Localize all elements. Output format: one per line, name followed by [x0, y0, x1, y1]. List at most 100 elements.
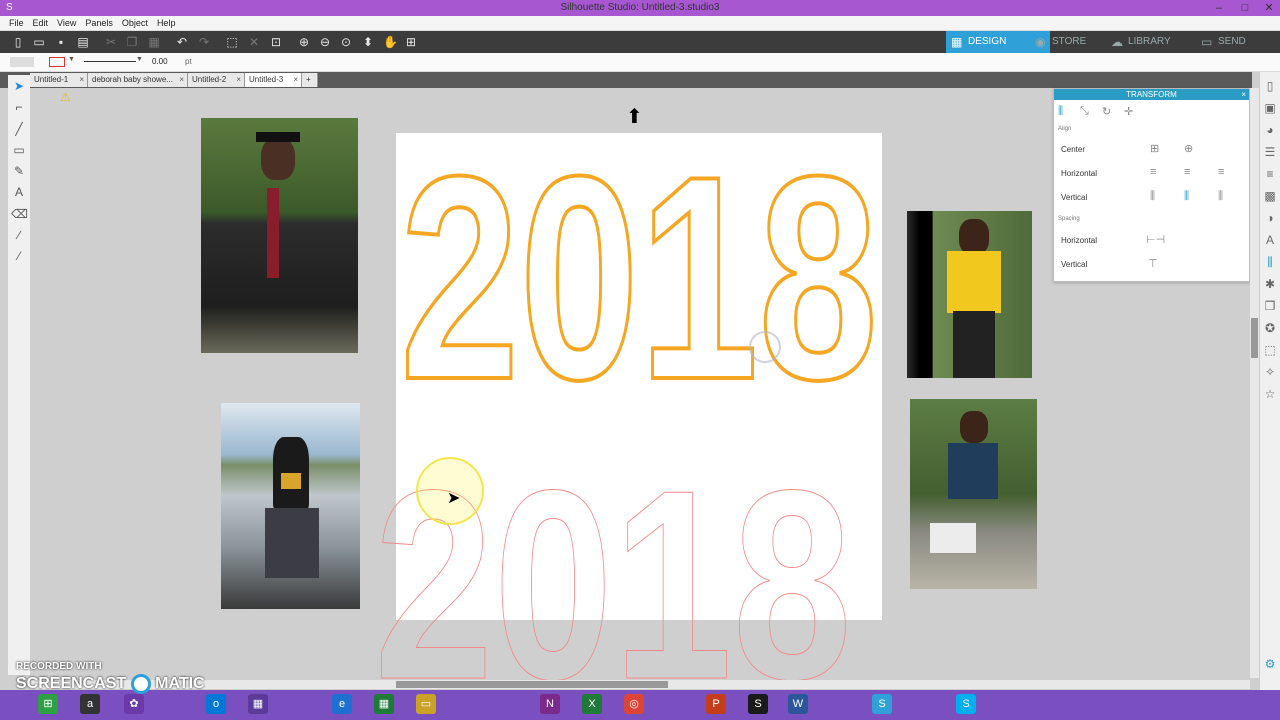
spreadsheet-icon[interactable]: ▦ [374, 694, 394, 714]
deselect-icon[interactable]: ✕ [247, 35, 261, 49]
menu-object[interactable]: Object [122, 16, 148, 30]
main-2018-outline[interactable]: 2018 [396, 150, 886, 390]
align-top-icon[interactable]: ⫼ [1150, 190, 1155, 203]
jacket-photo[interactable] [221, 403, 360, 609]
copy-icon[interactable]: ❐ [125, 35, 139, 49]
save-icon[interactable]: ▪ [54, 35, 68, 49]
space-horizontal-icon[interactable]: ⊢⊣ [1146, 233, 1165, 246]
outlook-icon[interactable]: o [206, 694, 226, 714]
chrome-icon[interactable]: ◎ [624, 694, 644, 714]
paste-icon[interactable]: ▦ [147, 35, 161, 49]
settings-gear-icon[interactable]: ⚙ [1262, 656, 1278, 672]
menu-help[interactable]: Help [157, 16, 176, 30]
move-icon[interactable]: ⬍ [361, 35, 375, 49]
chevron-down-icon[interactable]: ▼ [68, 56, 75, 63]
menu-edit[interactable]: Edit [33, 16, 49, 30]
point-edit-icon[interactable]: ⌐ [11, 99, 27, 115]
excel-icon[interactable]: X [582, 694, 602, 714]
knife-icon[interactable]: ∕ [11, 227, 27, 243]
new-document-icon[interactable]: ▯ [11, 35, 25, 49]
edit-points-icon[interactable]: ⊡ [269, 35, 283, 49]
graduate-photo[interactable] [201, 118, 358, 353]
center-align-icon[interactable]: ⊞ [1150, 142, 1159, 155]
horizontal-scroll-thumb[interactable] [396, 681, 668, 688]
horizontal-scrollbar[interactable] [30, 680, 1250, 689]
rotate-tab-icon[interactable]: ↻ [1102, 105, 1111, 118]
knife-panel-icon[interactable]: ⬚ [1262, 342, 1278, 358]
onenote-icon[interactable]: N [540, 694, 560, 714]
rhinestone-icon[interactable]: ✧ [1262, 364, 1278, 380]
fill-swatch[interactable] [10, 57, 34, 67]
new-tab-button[interactable]: + [302, 73, 318, 87]
eraser-icon[interactable]: ⌫ [11, 206, 28, 222]
internet-explorer-icon[interactable]: e [332, 694, 352, 714]
zoom-box-icon[interactable]: ⊙ [339, 35, 353, 49]
start-button-icon[interactable]: ⊞ [38, 694, 58, 714]
line-style-icon[interactable]: ≡ [1262, 166, 1278, 182]
powerpoint-icon[interactable]: P [706, 694, 726, 714]
bench-photo[interactable] [910, 399, 1037, 589]
doc-tab-deborah[interactable]: deborah baby showe... × [88, 73, 188, 87]
eyedropper-icon[interactable]: ⁄ [11, 248, 27, 264]
line-width-input[interactable]: 0.00 [152, 57, 168, 66]
align-center-icon[interactable]: ≡ [1184, 166, 1190, 178]
close-panel-icon[interactable]: × [1241, 89, 1246, 100]
align-tab-icon[interactable]: ⫼ [1058, 105, 1063, 118]
star-tool-icon[interactable]: ✪ [1262, 320, 1278, 336]
close-tab-icon[interactable]: × [236, 73, 241, 87]
close-tab-icon[interactable]: × [179, 73, 184, 87]
minimize-button[interactable]: – [1206, 0, 1232, 16]
warning-icon[interactable]: ⚠ [60, 90, 71, 104]
replicate-icon[interactable]: ❐ [1262, 298, 1278, 314]
move-tab-icon[interactable]: ✛ [1124, 105, 1133, 118]
pencil-icon[interactable]: ✎ [11, 163, 27, 179]
zoom-in-icon[interactable]: ⊕ [297, 35, 311, 49]
pan-hand-icon[interactable]: ✋ [383, 35, 398, 49]
silhouette-studio-icon[interactable]: S [872, 694, 892, 714]
align-bottom-icon[interactable]: ⫼ [1218, 190, 1223, 203]
skype-icon[interactable]: S [956, 694, 976, 714]
undo-icon[interactable]: ↶ [175, 35, 189, 49]
text-tool-icon[interactable]: A [11, 184, 27, 200]
fill-color-icon[interactable]: ◕ [1262, 122, 1278, 138]
line-color-icon[interactable]: ☰ [1262, 144, 1278, 160]
doc-tab-untitled-3[interactable]: Untitled-3 × [245, 73, 302, 87]
tab-send[interactable]: ▭ SEND [1196, 31, 1280, 53]
print-icon[interactable]: ▤ [76, 35, 90, 49]
pixscan-icon[interactable]: ▣ [1262, 100, 1278, 116]
calculator-icon[interactable]: ▦ [248, 694, 268, 714]
paint-icon[interactable]: ✿ [124, 694, 144, 714]
yellow-shirt-photo[interactable] [907, 211, 1032, 378]
amazon-icon[interactable]: a [80, 694, 100, 714]
space-vertical-icon[interactable]: ⊤ [1148, 257, 1158, 270]
open-folder-icon[interactable]: ▭ [32, 35, 46, 49]
word-icon[interactable]: W [788, 694, 808, 714]
menu-view[interactable]: View [57, 16, 76, 30]
vertical-scrollbar[interactable] [1250, 88, 1259, 678]
close-tab-icon[interactable]: × [79, 73, 84, 87]
transform-icon[interactable]: ⫼ [1262, 254, 1278, 270]
text-style-icon[interactable]: A [1262, 232, 1278, 248]
center-page-icon[interactable]: ⊕ [1184, 142, 1193, 155]
menu-file[interactable]: File [9, 16, 24, 30]
doc-tab-untitled-2[interactable]: Untitled-2 × [188, 73, 245, 87]
close-tab-icon[interactable]: × [293, 73, 298, 87]
select-arrow-icon[interactable]: ➤ [11, 78, 27, 94]
align-right-icon[interactable]: ≡ [1218, 166, 1224, 178]
align-middle-icon[interactable]: ⫼ [1184, 190, 1189, 203]
redo-icon[interactable]: ↷ [197, 35, 211, 49]
offset-icon[interactable]: ◑ [1262, 210, 1278, 226]
trace-icon[interactable]: ▩ [1262, 188, 1278, 204]
silhouette-icon[interactable]: S [748, 694, 768, 714]
vertical-scroll-thumb[interactable] [1251, 318, 1258, 358]
menu-panels[interactable]: Panels [85, 16, 113, 30]
line-color-swatch[interactable] [49, 57, 65, 67]
line-style-chevron-icon[interactable]: ▼ [136, 56, 143, 63]
select-all-icon[interactable]: ⬚ [225, 35, 239, 49]
doc-tab-untitled-1[interactable]: Untitled-1 × [30, 73, 88, 87]
line-tool-icon[interactable]: ╱ [11, 121, 27, 137]
scale-tab-icon[interactable]: ⤡ [1080, 105, 1089, 118]
page-setup-icon[interactable]: ▯ [1262, 78, 1278, 94]
rectangle-tool-icon[interactable]: ▭ [11, 142, 27, 158]
file-explorer-icon[interactable]: ▭ [416, 694, 436, 714]
